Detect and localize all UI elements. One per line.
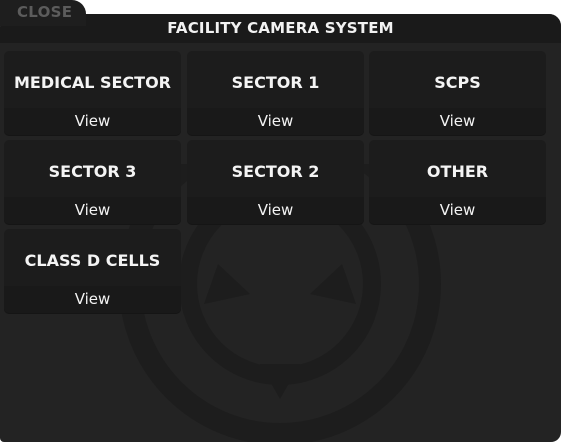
view-button[interactable]: View [369,197,546,224]
view-button[interactable]: View [4,108,181,135]
close-button[interactable]: CLOSE [17,3,72,21]
camera-card-title: MEDICAL SECTOR [13,73,171,92]
camera-card-title: SCPS [434,73,481,92]
close-tab[interactable]: CLOSE [0,0,86,26]
camera-card-title: OTHER [426,162,489,181]
view-button[interactable]: View [369,108,546,135]
camera-card-title: CLASS D CELLS [24,251,161,270]
camera-card-sector-3[interactable]: SECTOR 3 View [4,140,181,224]
camera-card-title: SECTOR 2 [231,162,320,181]
view-button[interactable]: View [187,108,364,135]
view-button[interactable]: View [187,197,364,224]
camera-card-medical-sector[interactable]: MEDICAL SECTOR View [4,51,181,135]
view-button[interactable]: View [4,197,181,224]
camera-card-sector-1[interactable]: SECTOR 1 View [187,51,364,135]
camera-card-scps[interactable]: SCPS View [369,51,546,135]
view-button[interactable]: View [4,286,181,313]
camera-card-sector-2[interactable]: SECTOR 2 View [187,140,364,224]
camera-system-panel: FACILITY CAMERA SYSTEM MEDICAL SECTOR Vi… [0,14,561,442]
camera-card-title: SECTOR 3 [48,162,137,181]
camera-card-class-d-cells[interactable]: CLASS D CELLS View [4,229,181,313]
camera-card-other[interactable]: OTHER View [369,140,546,224]
camera-card-title: SECTOR 1 [231,73,320,92]
